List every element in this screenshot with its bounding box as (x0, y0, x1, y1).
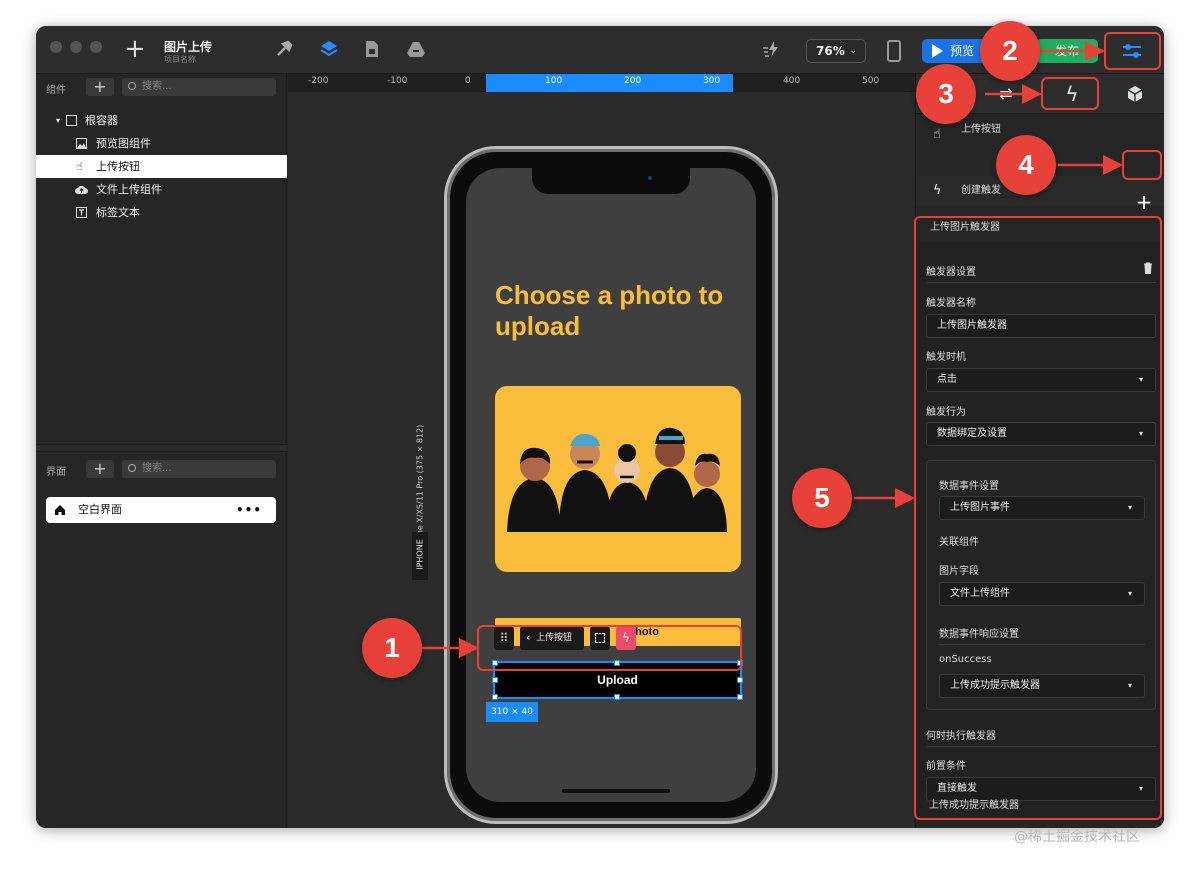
annotation-box-1 (477, 625, 742, 671)
device-tag: IPHONE (412, 532, 428, 580)
add-plus-icon[interactable]: + (124, 36, 146, 62)
resize-handle[interactable] (492, 694, 498, 700)
iphone-frame: Choose a photo to upload photo ⠿ ‹ 上传按钮 … (444, 146, 778, 824)
zoom-window-dot[interactable] (90, 41, 102, 53)
add-trigger-button[interactable]: + (1130, 191, 1158, 215)
ruler-tick: 400 (783, 76, 801, 86)
tree-item-root[interactable]: ▾ 根容器 (36, 109, 287, 132)
add-page-button[interactable]: + (86, 460, 114, 478)
horizontal-ruler: -200 -100 0 100 200 300 400 500 (288, 74, 914, 92)
watermark: @稀土掘金技术社区 (1014, 829, 1140, 845)
layers-icon[interactable] (319, 39, 339, 59)
ruler-tick: 0 (465, 76, 471, 86)
cube-icon (1127, 86, 1143, 102)
lightning-icon: ϟ (933, 183, 942, 198)
left-panel: 组件 + 搜索... ▾ 根容器 预览图组件 ☝ 上传按钮 文件上传组件 标签文… (36, 74, 287, 828)
search-icon (128, 82, 136, 90)
square-icon (66, 115, 77, 126)
panel-resize-handle[interactable] (36, 444, 287, 452)
ruler-tick: 300 (703, 76, 721, 86)
zoom-select[interactable]: 76% ⌄ (806, 39, 866, 63)
ruler-selection-highlight (486, 74, 733, 92)
people-illustration (507, 427, 727, 532)
device-label: iPhone X/XS/11 Pro (375 × 812) IPHONE (410, 384, 430, 594)
caret-down-icon[interactable]: ▾ (56, 109, 60, 132)
document-icon[interactable] (362, 39, 382, 59)
resize-handle[interactable] (737, 694, 743, 700)
lightning-list-icon[interactable] (762, 39, 784, 59)
tab-plugins[interactable] (1104, 74, 1164, 114)
annotation-marker-3: 3 (916, 64, 976, 124)
pages-label: 界面 (46, 467, 66, 478)
tree-item-upload-button[interactable]: ☝ 上传按钮 (36, 155, 287, 178)
play-icon (932, 44, 943, 58)
hammer-icon[interactable] (274, 39, 294, 59)
pages-header: 界面 + 搜索... (36, 456, 287, 482)
ruler-tick: 100 (545, 76, 563, 86)
swap-arrows-icon: ⇄ (999, 84, 1013, 103)
page-item-blank[interactable]: 空白界面 ••• (46, 497, 276, 523)
ruler-tick: -100 (387, 76, 408, 86)
chevron-down-icon: ⌄ (849, 46, 857, 56)
design-canvas[interactable]: -200 -100 0 100 200 300 400 500 iPhone X… (288, 74, 914, 828)
annotation-box-5 (914, 216, 1162, 820)
tree-item-preview[interactable]: 预览图组件 (36, 132, 287, 155)
more-options-icon[interactable]: ••• (236, 497, 262, 523)
components-label: 组件 (46, 85, 66, 96)
cloud-upload-icon (75, 185, 88, 194)
home-indicator (562, 789, 670, 793)
project-title: 图片上传 (164, 40, 213, 54)
annotation-box-4 (1122, 150, 1162, 180)
phone-notch (532, 168, 690, 194)
annotation-marker-5: 5 (792, 468, 852, 528)
camera-icon (648, 176, 652, 180)
ruler-tick: 200 (624, 76, 642, 86)
minimize-window-dot[interactable] (70, 41, 82, 53)
drive-icon[interactable] (406, 39, 426, 59)
tree-item-label-text[interactable]: 标签文本 (36, 201, 287, 224)
page-search-input[interactable]: 搜索... (122, 460, 276, 478)
tree-item-file-upload[interactable]: 文件上传组件 (36, 178, 287, 201)
search-icon (128, 464, 136, 472)
ruler-tick: 500 (862, 76, 880, 86)
size-indicator: 310 × 40 (486, 702, 538, 722)
annotation-box-2 (1104, 32, 1161, 70)
close-window-dot[interactable] (50, 41, 62, 53)
component-search-input[interactable]: 搜索... (122, 78, 276, 96)
annotation-marker-1: 1 (362, 618, 422, 678)
device-phone-icon[interactable] (887, 40, 901, 62)
publish-button[interactable]: 发布 (1036, 39, 1098, 63)
image-icon (76, 138, 87, 149)
annotation-box-3 (1041, 77, 1099, 110)
resize-handle[interactable] (614, 694, 620, 700)
hand-pointer-icon: ☝ (933, 127, 941, 142)
resize-handle[interactable] (737, 677, 743, 683)
hand-pointer-icon: ☝ (76, 160, 83, 173)
annotation-marker-2: 2 (980, 21, 1040, 81)
add-component-button[interactable]: + (86, 78, 114, 96)
home-icon (55, 505, 65, 515)
project-subtitle: 项目名称 (164, 55, 196, 64)
annotation-marker-4: 4 (996, 135, 1056, 195)
screen-headline[interactable]: Choose a photo to upload (495, 280, 735, 342)
components-header: 组件 + 搜索... (36, 74, 287, 100)
resize-handle[interactable] (492, 677, 498, 683)
text-icon (76, 207, 87, 218)
ruler-tick: -200 (308, 76, 329, 86)
preview-image[interactable] (495, 386, 741, 572)
